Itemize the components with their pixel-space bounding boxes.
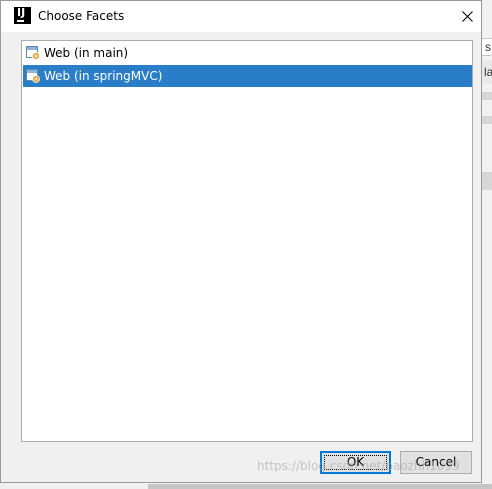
screen: s la IJ Choose Facets Web (in main) Web …: [0, 0, 492, 489]
web-facet-icon: [26, 69, 40, 83]
background-divider: [481, 116, 492, 124]
background-divider: [481, 92, 492, 100]
title-bar[interactable]: IJ Choose Facets: [1, 1, 481, 32]
facet-label: Web (in main): [44, 46, 129, 60]
background-text-fragment: la: [481, 60, 492, 84]
ok-button[interactable]: OK: [320, 451, 391, 474]
ok-button-label: OK: [346, 455, 365, 469]
background-window: s la: [481, 0, 492, 489]
cancel-button[interactable]: Cancel: [400, 451, 472, 474]
background-text-fragment: s: [481, 38, 492, 56]
list-item[interactable]: Web (in main): [23, 42, 472, 64]
web-facet-icon: [26, 46, 40, 60]
list-item-selected[interactable]: Web (in springMVC): [23, 65, 472, 87]
dialog-title: Choose Facets: [38, 9, 125, 23]
close-button[interactable]: [453, 5, 481, 27]
facet-list[interactable]: Web (in main) Web (in springMVC): [21, 40, 473, 442]
app-icon-bar: [17, 20, 24, 22]
close-icon: [462, 11, 473, 22]
intellij-idea-icon: IJ: [14, 7, 31, 24]
choose-facets-dialog: IJ Choose Facets Web (in main) Web (in s…: [0, 0, 482, 483]
facet-label: Web (in springMVC): [44, 69, 163, 83]
background-divider: [481, 172, 492, 190]
app-icon-letters: IJ: [17, 6, 26, 19]
cancel-button-label: Cancel: [415, 455, 457, 469]
background-window-edge: [148, 484, 492, 489]
